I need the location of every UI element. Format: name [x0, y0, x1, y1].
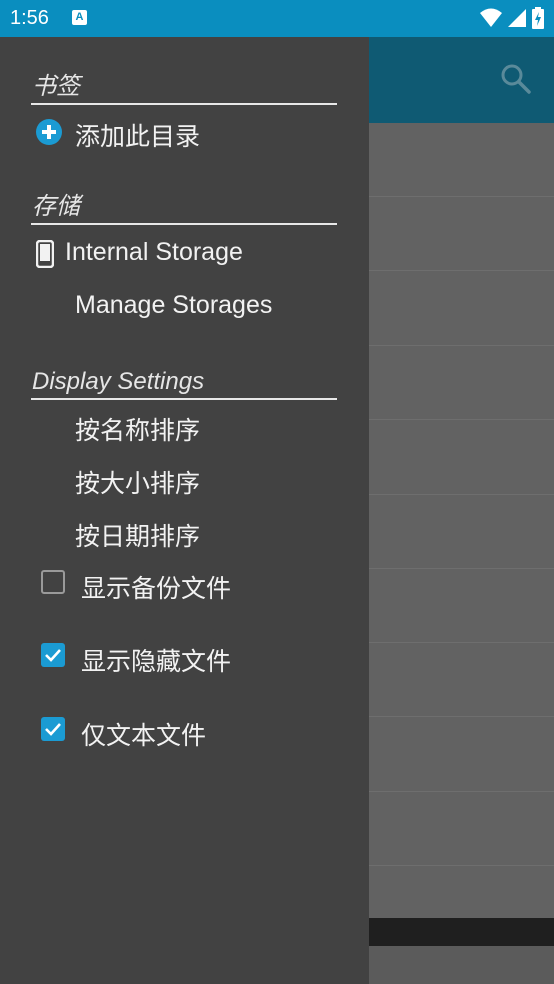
notification-icon: A: [72, 10, 87, 25]
show-backup-files-checkbox[interactable]: [41, 570, 65, 594]
text-files-only-checkbox[interactable]: [41, 717, 65, 741]
battery-charging-icon: [532, 7, 544, 29]
text-files-only-label: 仅文本文件: [81, 721, 207, 750]
show-hidden-files-item[interactable]: 显示隐藏文件: [31, 634, 351, 680]
text-files-only-item[interactable]: 仅文本文件: [31, 708, 351, 754]
add-directory-item[interactable]: 添加此目录: [31, 109, 351, 155]
status-time: 1:56: [10, 7, 49, 29]
internal-storage-label: Internal Storage: [65, 238, 243, 266]
show-hidden-files-label: 显示隐藏文件: [81, 647, 232, 676]
show-backup-files-item[interactable]: 显示备份文件: [31, 561, 351, 607]
show-backup-files-label: 显示备份文件: [81, 574, 232, 603]
list-divider: [369, 196, 554, 197]
bookmarks-header: 书签: [31, 69, 337, 105]
list-divider: [369, 270, 554, 271]
status-icons: [480, 7, 544, 29]
list-divider: [369, 791, 554, 792]
display-settings-header: Display Settings: [31, 364, 337, 400]
sort-by-date-item[interactable]: 按日期排序: [31, 509, 351, 555]
list-divider: [369, 716, 554, 717]
search-icon[interactable]: [499, 62, 533, 96]
internal-storage-item[interactable]: Internal Storage: [31, 230, 351, 276]
checkmark-icon: [45, 723, 61, 736]
wifi-icon: [480, 8, 502, 27]
sort-by-name-label: 按名称排序: [75, 416, 201, 445]
list-divider: [369, 642, 554, 643]
signal-icon: [508, 9, 526, 27]
storage-header: 存储: [31, 189, 337, 225]
manage-storages-label: Manage Storages: [75, 291, 273, 319]
list-divider: [369, 419, 554, 420]
status-bar: 1:56 A: [0, 0, 554, 37]
navigation-drawer: 书签 添加此目录 存储 Internal Storage Manage Stor…: [0, 37, 369, 984]
sort-by-size-label: 按大小排序: [75, 469, 201, 498]
phone-icon: [36, 240, 54, 268]
checkmark-icon: [45, 649, 61, 662]
sort-by-date-label: 按日期排序: [75, 522, 201, 551]
list-divider: [369, 865, 554, 866]
add-directory-label: 添加此目录: [75, 122, 201, 151]
storage-header-label: 存储: [32, 192, 80, 220]
list-divider: [369, 568, 554, 569]
show-hidden-files-checkbox[interactable]: [41, 643, 65, 667]
list-divider: [369, 345, 554, 346]
bookmarks-header-label: 书签: [32, 72, 80, 100]
manage-storages-item[interactable]: Manage Storages: [31, 283, 351, 329]
add-circle-icon: [36, 119, 62, 145]
list-divider: [369, 494, 554, 495]
sort-by-size-item[interactable]: 按大小排序: [31, 456, 351, 502]
sort-by-name-item[interactable]: 按名称排序: [31, 403, 351, 449]
display-settings-header-label: Display Settings: [32, 368, 205, 395]
